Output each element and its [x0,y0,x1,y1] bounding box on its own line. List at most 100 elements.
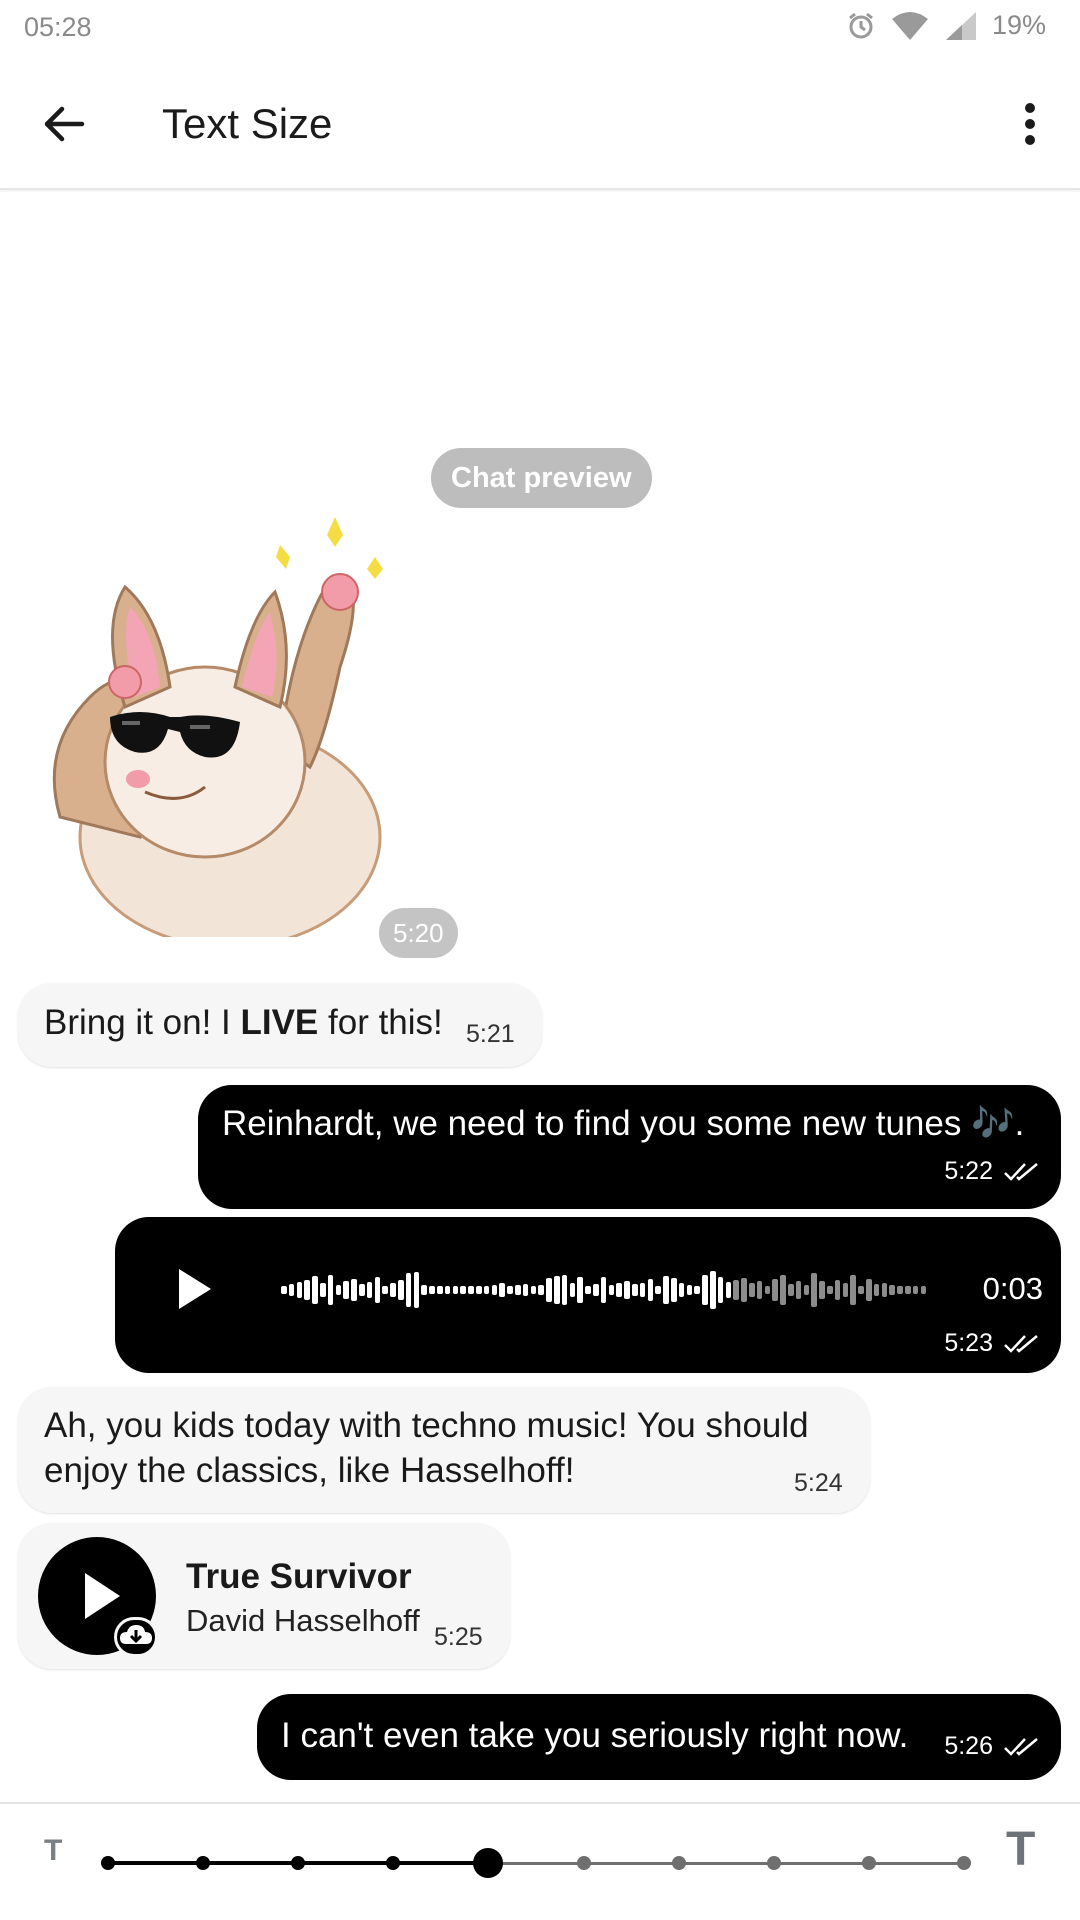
music-message-bubble[interactable]: True Survivor David Hasselhoff 5:25 [18,1523,510,1669]
message-text: Reinhardt, we need to find you some new … [222,1104,1025,1143]
slider-step[interactable] [291,1856,306,1870]
waveform-bar [717,1277,724,1303]
waveform-bar [312,1276,318,1304]
waveform-bar [632,1284,638,1296]
waveform-bar [421,1285,427,1295]
voice-message-bubble[interactable]: 0:03 5:23 [115,1217,1061,1373]
more-options-button[interactable] [1002,94,1058,154]
waveform-bar [437,1286,443,1294]
double-check-icon [1004,1162,1038,1181]
waveform-bar [327,1275,334,1305]
waveform-bar [819,1281,825,1299]
waveform-bar [600,1277,607,1303]
waveform-bar [304,1280,310,1300]
waveform-bar [460,1286,466,1294]
waveform-bar [803,1285,810,1295]
message-text-part: Bring it on! I [44,1003,241,1042]
waveform-bar [390,1283,396,1297]
waveform-bar [686,1285,693,1295]
voice-duration: 0:03 [982,1271,1043,1306]
message-text: Ah, you kids today with techno music! Yo… [44,1406,809,1490]
slider-step[interactable] [196,1856,211,1870]
chat-preview-label: Chat preview [431,448,652,508]
waveform-bar [741,1278,747,1302]
waveform-bar [530,1286,537,1294]
slider-step[interactable] [671,1856,686,1870]
waveform-bar [671,1278,677,1302]
slider-step[interactable] [576,1856,591,1870]
voice-waveform[interactable] [281,1267,951,1313]
wifi-icon [890,11,930,41]
waveform-bar [616,1283,622,1297]
sticker-image [30,517,450,949]
waveform-bar [483,1286,490,1294]
arrow-left-icon [44,106,85,142]
waveform-bar [569,1283,576,1297]
waveform-bar [897,1286,903,1294]
message-bubble-outgoing[interactable]: I can't even take you seriously right no… [257,1694,1061,1780]
slider-step[interactable] [766,1856,781,1870]
waveform-bar [593,1284,599,1296]
music-play-button[interactable] [38,1537,158,1657]
waveform-bar [320,1283,326,1297]
double-check-icon [1004,1737,1038,1756]
waveform-bar [639,1283,646,1297]
waveform-bar [507,1286,513,1294]
message-time: 5:24 [794,1469,843,1497]
waveform-bar [546,1278,552,1302]
waveform-bar [429,1286,435,1294]
waveform-bar [585,1286,591,1294]
download-icon[interactable] [114,1617,158,1657]
waveform-bar [866,1279,872,1301]
waveform-bar [842,1283,849,1297]
waveform-bar [772,1279,778,1301]
waveform-bar [608,1285,615,1295]
back-button[interactable] [36,96,92,152]
message-meta: 5:26 [944,1732,1041,1761]
slider-thumb[interactable] [473,1848,504,1878]
message-text-part: for this! [318,1003,443,1042]
waveform-bar [405,1273,412,1307]
play-icon [179,1269,211,1309]
waveform-bar [764,1286,771,1294]
message-bubble-outgoing[interactable]: Reinhardt, we need to find you some new … [198,1085,1061,1209]
app-bar: Text Size [0,56,1080,190]
waveform-bar [827,1286,833,1294]
waveform-bar [858,1286,864,1294]
waveform-bar [663,1276,669,1304]
waveform-bar [780,1275,786,1305]
slider-step[interactable] [957,1856,971,1870]
waveform-bar [733,1280,739,1300]
status-bar: 05:28 19% [0,0,1080,56]
waveform-bar [811,1273,817,1307]
waveform-bar [881,1283,888,1297]
status-time: 05:28 [24,12,92,42]
play-button[interactable] [175,1267,225,1317]
double-check-icon [1004,1334,1038,1353]
waveform-bar [335,1285,342,1295]
message-time: 5:23 [944,1329,993,1357]
text-size-slider[interactable] [101,1848,971,1878]
alarm-icon [846,11,876,41]
status-icons: 19% [846,10,1046,41]
large-text-label: T [1006,1823,1036,1876]
waveform-bar [834,1280,841,1300]
waveform-bar [538,1285,544,1295]
waveform-bar [561,1275,568,1305]
message-bubble-incoming[interactable]: Bring it on! I LIVE for this! 5:21 [18,983,542,1067]
slider-step[interactable] [386,1856,401,1870]
message-text: Bring it on! I LIVE for this! [44,1000,443,1045]
waveform-bar [702,1275,708,1305]
more-vertical-icon [1025,103,1035,145]
battery-text: 19% [991,10,1046,40]
waveform-bar [296,1282,303,1298]
slider-step[interactable] [861,1856,876,1870]
waveform-bar [398,1280,404,1300]
waveform-bar [624,1281,630,1299]
waveform-bar [577,1277,583,1303]
song-title: True Survivor [186,1557,412,1596]
sticker-timestamp: 5:20 [379,908,458,958]
message-bubble-incoming[interactable]: Ah, you kids today with techno music! Yo… [18,1387,870,1513]
text-size-bar: T T [0,1802,1080,1920]
slider-step[interactable] [101,1856,115,1870]
